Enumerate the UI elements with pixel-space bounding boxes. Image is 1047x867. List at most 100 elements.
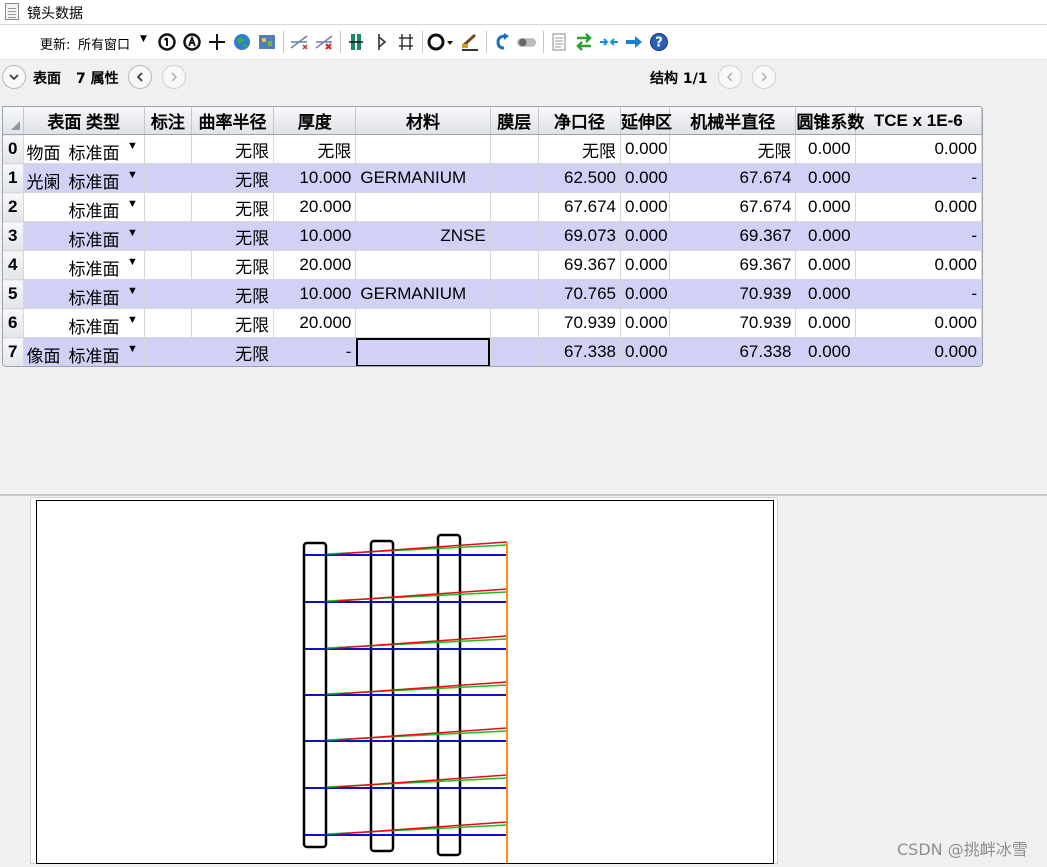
row-number[interactable]: 1	[3, 163, 24, 193]
mech-semi-dia-cell[interactable]: 无限	[669, 134, 797, 164]
mech-semi-dia-cell[interactable]: 67.338	[669, 337, 797, 366]
conic-cell[interactable]: 0.000	[795, 308, 856, 338]
fold-icon[interactable]	[395, 31, 416, 53]
thickness-cell[interactable]: 20.000	[273, 250, 357, 280]
row-number[interactable]: 5	[3, 279, 24, 309]
surface-type-cell[interactable]: 标准面 ▼	[23, 250, 145, 280]
tce-cell[interactable]: 0.000	[855, 308, 982, 338]
column-header[interactable]: 膜层	[490, 107, 539, 135]
tce-cell[interactable]: -	[855, 221, 982, 251]
add-fold-icon[interactable]	[288, 31, 309, 53]
coating-cell[interactable]	[490, 192, 539, 222]
caret-down-icon[interactable]: ▼	[127, 285, 138, 297]
config-next-icon[interactable]	[752, 65, 776, 89]
coating-cell[interactable]	[490, 250, 539, 280]
chip-zone-cell[interactable]: 0.000	[620, 134, 671, 164]
material-cell[interactable]	[355, 134, 491, 164]
surface-type-cell[interactable]: 光阑 标准面 ▼	[23, 163, 145, 193]
comment-cell[interactable]	[144, 163, 192, 193]
chip-zone-cell[interactable]: 0.000	[620, 250, 671, 280]
chip-zone-cell[interactable]: 0.000	[620, 308, 671, 338]
mech-semi-dia-cell[interactable]: 67.674	[669, 163, 797, 193]
conic-cell[interactable]: 0.000	[795, 337, 856, 366]
column-header[interactable]: 机械半直径	[669, 107, 797, 135]
coating-cell[interactable]	[490, 308, 539, 338]
tce-cell[interactable]: -	[855, 163, 982, 193]
tce-cell[interactable]: -	[855, 279, 982, 309]
comment-cell[interactable]	[144, 279, 192, 309]
swap-arrows-icon[interactable]	[573, 31, 594, 53]
coating-cell[interactable]	[490, 221, 539, 251]
column-header[interactable]: 表面 类型	[23, 107, 145, 135]
thickness-cell[interactable]: 10.000	[273, 163, 357, 193]
column-header[interactable]: 材料	[355, 107, 491, 135]
coating-cell[interactable]	[490, 163, 539, 193]
thickness-cell[interactable]: -	[273, 337, 357, 366]
column-header[interactable]: 曲率半径	[191, 107, 275, 135]
collapse-arrows-icon[interactable]	[598, 31, 619, 53]
row-number[interactable]: 4	[3, 250, 24, 280]
material-cell[interactable]: GERMANIUM	[355, 163, 491, 193]
mech-semi-dia-cell[interactable]: 67.674	[669, 192, 797, 222]
chevron-left-icon[interactable]	[128, 65, 152, 89]
refresh-all-icon[interactable]	[156, 31, 177, 53]
crosshair-icon[interactable]	[206, 31, 227, 53]
radius-cell[interactable]: 无限	[191, 308, 275, 338]
comment-cell[interactable]	[144, 308, 192, 338]
tce-cell[interactable]: 0.000	[855, 192, 982, 222]
mech-semi-dia-cell[interactable]: 69.367	[669, 250, 797, 280]
material-cell[interactable]	[355, 192, 491, 222]
thickness-cell[interactable]: 20.000	[273, 308, 357, 338]
column-header[interactable]: 圆锥系数	[795, 107, 864, 135]
radius-cell[interactable]: 无限	[191, 163, 275, 193]
row-number[interactable]: 7	[3, 337, 24, 366]
radius-cell[interactable]: 无限	[191, 337, 275, 366]
chevron-right-icon[interactable]	[162, 65, 186, 89]
chip-zone-cell[interactable]: 0.000	[620, 279, 671, 309]
settings-brush-icon[interactable]	[459, 31, 480, 53]
conic-cell[interactable]: 0.000	[795, 250, 856, 280]
row-number[interactable]: 2	[3, 192, 24, 222]
mech-semi-dia-cell[interactable]: 69.367	[669, 221, 797, 251]
mech-semi-dia-cell[interactable]: 70.939	[669, 279, 797, 309]
material-cell[interactable]	[355, 308, 491, 338]
coating-cell[interactable]	[490, 279, 539, 309]
radius-cell[interactable]: 无限	[191, 134, 275, 164]
radius-cell[interactable]: 无限	[191, 279, 275, 309]
globe-icon[interactable]	[231, 31, 252, 53]
clear-semi-dia-cell[interactable]: 无限	[538, 134, 622, 164]
caret-down-icon[interactable]: ▼	[127, 256, 138, 268]
radius-cell[interactable]: 无限	[191, 250, 275, 280]
caret-down-icon[interactable]: ▼	[140, 34, 147, 44]
caret-down-icon[interactable]: ▼	[127, 227, 138, 239]
thickness-cell[interactable]: 10.000	[273, 221, 357, 251]
thickness-cell[interactable]: 10.000	[273, 279, 357, 309]
conic-cell[interactable]: 0.000	[795, 134, 856, 164]
chip-zone-cell[interactable]: 0.000	[620, 337, 671, 366]
comment-cell[interactable]	[144, 134, 192, 164]
column-header[interactable]: TCE x 1E-6	[855, 107, 982, 135]
coating-cell[interactable]	[490, 337, 539, 366]
surface-type-cell[interactable]: 标准面 ▼	[23, 308, 145, 338]
caret-down-icon[interactable]: ▼	[127, 169, 138, 181]
clear-semi-dia-cell[interactable]: 67.674	[538, 192, 622, 222]
row-number[interactable]: 0	[3, 134, 24, 164]
conic-cell[interactable]: 0.000	[795, 279, 856, 309]
comment-cell[interactable]	[144, 192, 192, 222]
surface-type-cell[interactable]: 标准面 ▼	[23, 192, 145, 222]
surface-type-cell[interactable]: 物面 标准面 ▼	[23, 134, 145, 164]
tce-cell[interactable]: 0.000	[855, 337, 982, 366]
comment-cell[interactable]	[144, 250, 192, 280]
chip-zone-cell[interactable]: 0.000	[620, 221, 671, 251]
surface-type-cell[interactable]: 标准面 ▼	[23, 221, 145, 251]
radius-cell[interactable]: 无限	[191, 192, 275, 222]
conic-cell[interactable]: 0.000	[795, 221, 856, 251]
thickness-cell[interactable]: 20.000	[273, 192, 357, 222]
tce-cell[interactable]: 0.000	[855, 134, 982, 164]
surface-type-cell[interactable]: 像面 标准面 ▼	[23, 337, 145, 366]
conic-cell[interactable]: 0.000	[795, 192, 856, 222]
comment-cell[interactable]	[144, 337, 192, 366]
clear-semi-dia-cell[interactable]: 70.939	[538, 308, 622, 338]
split-icon[interactable]	[370, 31, 391, 53]
refresh-icon[interactable]	[181, 31, 202, 53]
